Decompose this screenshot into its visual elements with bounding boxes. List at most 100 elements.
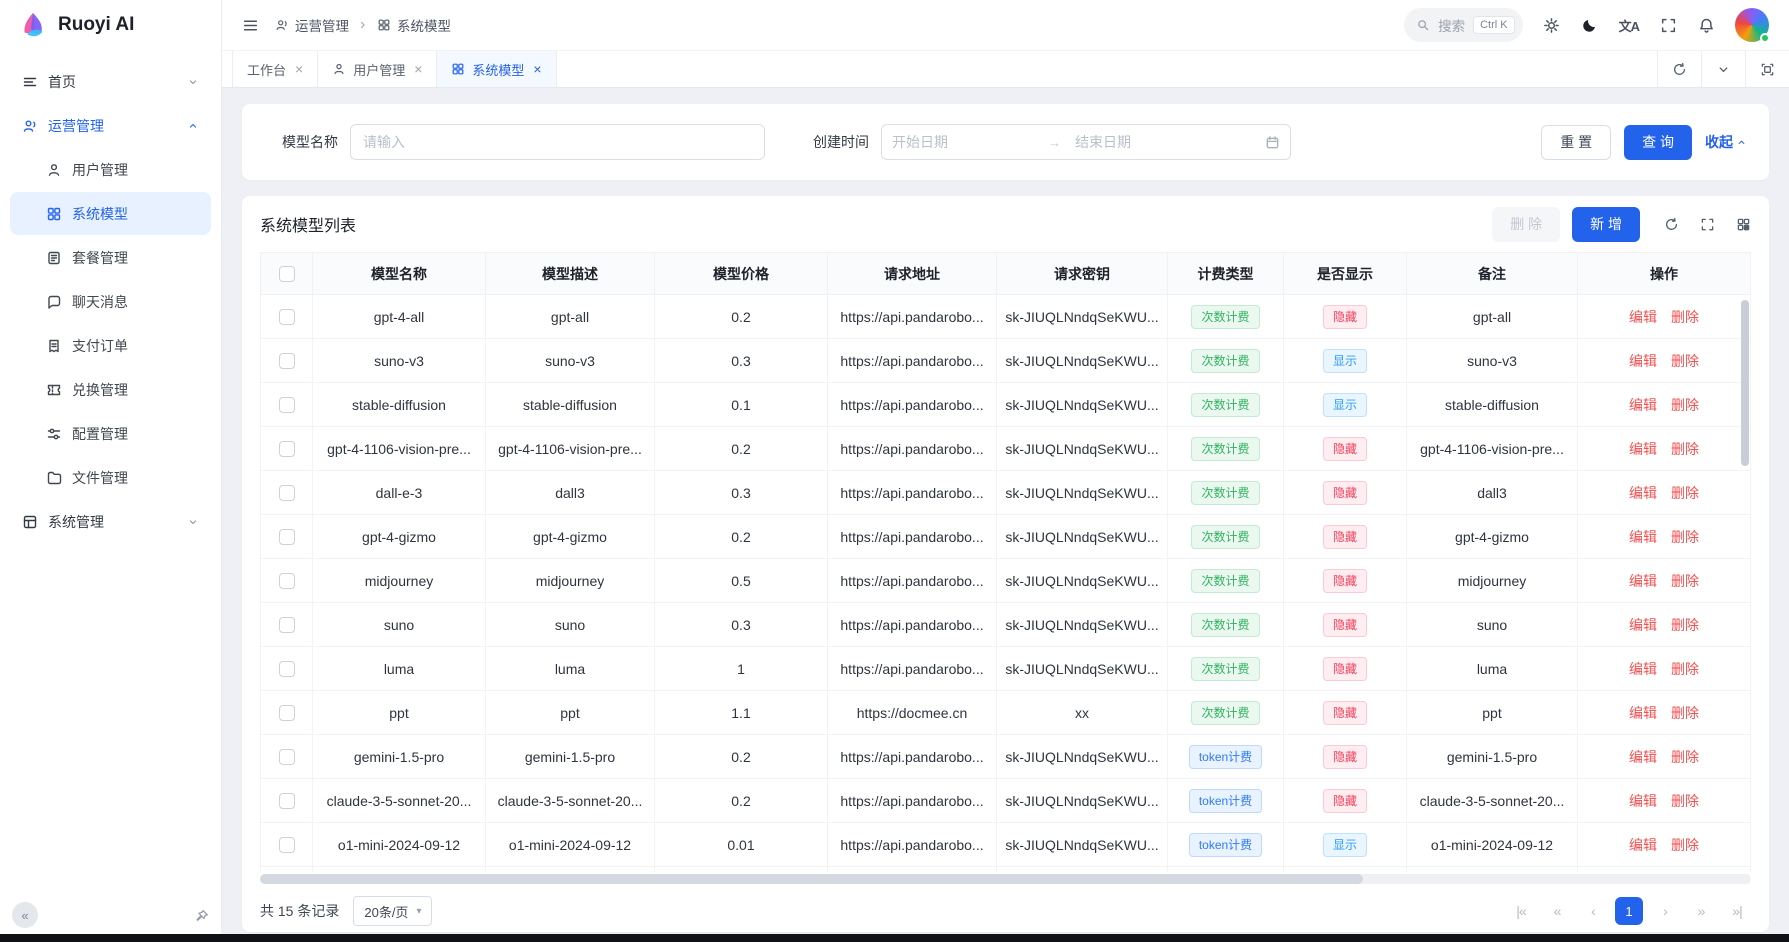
column-header[interactable]: 请求地址 xyxy=(828,253,997,295)
row-checkbox[interactable] xyxy=(279,749,295,765)
settings-gear-icon[interactable] xyxy=(1543,17,1560,34)
chevron-down-icon[interactable] xyxy=(1701,51,1745,87)
row-checkbox[interactable] xyxy=(279,793,295,809)
sidebar-item-config-management[interactable]: 配置管理 xyxy=(10,412,211,455)
delete-link[interactable]: 删除 xyxy=(1671,441,1699,457)
date-range-picker[interactable]: → xyxy=(881,124,1291,160)
row-checkbox[interactable] xyxy=(279,573,295,589)
edit-link[interactable]: 编辑 xyxy=(1629,529,1657,545)
end-date-input[interactable] xyxy=(1075,134,1225,150)
sidebar-item-user-management[interactable]: 用户管理 xyxy=(10,148,211,191)
edit-link[interactable]: 编辑 xyxy=(1629,353,1657,369)
sidebar-item-home[interactable]: 首页 xyxy=(10,60,211,103)
tab-workbench[interactable]: 工作台× xyxy=(232,51,318,87)
horizontal-scrollbar[interactable] xyxy=(260,874,1751,884)
column-header[interactable]: 是否显示 xyxy=(1284,253,1407,295)
delete-link[interactable]: 删除 xyxy=(1671,749,1699,765)
content-fullscreen-icon[interactable] xyxy=(1745,51,1789,87)
edit-link[interactable]: 编辑 xyxy=(1629,485,1657,501)
tab-system-model[interactable]: 系统模型× xyxy=(437,51,556,87)
column-header[interactable]: 计费类型 xyxy=(1168,253,1284,295)
sidebar-item-operations[interactable]: 运营管理 xyxy=(10,104,211,147)
refresh-icon[interactable] xyxy=(1664,217,1679,232)
first-page-button[interactable]: |« xyxy=(1507,897,1535,925)
delete-link[interactable]: 删除 xyxy=(1671,353,1699,369)
edit-link[interactable]: 编辑 xyxy=(1629,793,1657,809)
tab-user-management[interactable]: 用户管理× xyxy=(318,51,437,87)
language-translate-icon[interactable]: 文A xyxy=(1619,16,1639,35)
column-header[interactable]: 模型价格 xyxy=(655,253,828,295)
sidebar-item-file-management[interactable]: 文件管理 xyxy=(10,456,211,499)
query-button[interactable]: 查 询 xyxy=(1624,125,1692,160)
row-checkbox[interactable] xyxy=(279,441,295,457)
close-tab-icon[interactable]: × xyxy=(533,61,541,77)
next-5-pages-button[interactable]: » xyxy=(1687,897,1715,925)
column-header[interactable]: 备注 xyxy=(1407,253,1578,295)
edit-link[interactable]: 编辑 xyxy=(1629,397,1657,413)
delete-link[interactable]: 删除 xyxy=(1671,485,1699,501)
row-checkbox[interactable] xyxy=(279,661,295,677)
column-settings-icon[interactable] xyxy=(1736,217,1751,232)
reset-button[interactable]: 重 置 xyxy=(1541,125,1611,160)
delete-link[interactable]: 删除 xyxy=(1671,573,1699,589)
column-header[interactable]: 操作 xyxy=(1578,253,1751,295)
column-header[interactable]: 请求密钥 xyxy=(997,253,1168,295)
user-avatar[interactable] xyxy=(1735,8,1769,42)
sidebar-collapse-button[interactable]: « xyxy=(12,902,38,928)
edit-link[interactable]: 编辑 xyxy=(1629,661,1657,677)
current-page-button[interactable]: 1 xyxy=(1615,897,1643,925)
edit-link[interactable]: 编辑 xyxy=(1629,617,1657,633)
sidebar-item-redeem-management[interactable]: 兑换管理 xyxy=(10,368,211,411)
close-tab-icon[interactable]: × xyxy=(414,61,422,77)
delete-link[interactable]: 删除 xyxy=(1671,837,1699,853)
next-page-button[interactable]: › xyxy=(1651,897,1679,925)
last-page-button[interactable]: »| xyxy=(1723,897,1751,925)
sidebar-item-system-management[interactable]: 系统管理 xyxy=(10,500,211,543)
dark-mode-moon-icon[interactable] xyxy=(1581,17,1598,34)
select-all-checkbox[interactable] xyxy=(279,266,295,282)
row-checkbox[interactable] xyxy=(279,617,295,633)
prev-5-pages-button[interactable]: « xyxy=(1543,897,1571,925)
edit-link[interactable]: 编辑 xyxy=(1629,573,1657,589)
row-checkbox[interactable] xyxy=(279,705,295,721)
delete-link[interactable]: 删除 xyxy=(1671,309,1699,325)
edit-link[interactable]: 编辑 xyxy=(1629,441,1657,457)
delete-link[interactable]: 删除 xyxy=(1671,397,1699,413)
global-search[interactable]: 搜索 Ctrl K xyxy=(1404,8,1523,42)
row-checkbox[interactable] xyxy=(279,837,295,853)
delete-link[interactable]: 删除 xyxy=(1671,793,1699,809)
refresh-icon[interactable] xyxy=(1657,51,1701,87)
edit-link[interactable]: 编辑 xyxy=(1629,837,1657,853)
menu-toggle-icon[interactable] xyxy=(242,17,259,34)
sidebar-item-chat-messages[interactable]: 聊天消息 xyxy=(10,280,211,323)
delete-link[interactable]: 删除 xyxy=(1671,529,1699,545)
pin-icon[interactable] xyxy=(194,909,209,924)
row-checkbox[interactable] xyxy=(279,485,295,501)
prev-page-button[interactable]: ‹ xyxy=(1579,897,1607,925)
horizontal-scrollbar-thumb[interactable] xyxy=(260,874,1363,884)
row-checkbox[interactable] xyxy=(279,353,295,369)
row-checkbox[interactable] xyxy=(279,397,295,413)
logo[interactable]: Ruoyi AI xyxy=(0,0,221,50)
model-name-input[interactable] xyxy=(350,124,765,160)
edit-link[interactable]: 编辑 xyxy=(1629,309,1657,325)
collapse-filter-link[interactable]: 收起 xyxy=(1705,132,1747,152)
page-size-select[interactable]: 20条/页 ▾ xyxy=(353,896,432,926)
expand-icon[interactable] xyxy=(1700,217,1715,232)
sidebar-item-package-management[interactable]: 套餐管理 xyxy=(10,236,211,279)
edit-link[interactable]: 编辑 xyxy=(1629,705,1657,721)
sidebar-item-system-model[interactable]: 系统模型 xyxy=(10,192,211,235)
fullscreen-icon[interactable] xyxy=(1660,17,1677,34)
delete-link[interactable]: 删除 xyxy=(1671,661,1699,677)
edit-link[interactable]: 编辑 xyxy=(1629,749,1657,765)
column-header[interactable]: 模型名称 xyxy=(313,253,486,295)
delete-link[interactable]: 删除 xyxy=(1671,705,1699,721)
vertical-scrollbar[interactable] xyxy=(1741,300,1749,466)
sidebar-item-payment-orders[interactable]: 支付订单 xyxy=(10,324,211,367)
delete-button[interactable]: 删 除 xyxy=(1492,207,1560,242)
row-checkbox[interactable] xyxy=(279,529,295,545)
row-checkbox[interactable] xyxy=(279,309,295,325)
delete-link[interactable]: 删除 xyxy=(1671,617,1699,633)
breadcrumb-item[interactable]: 系统模型 xyxy=(377,15,451,35)
add-button[interactable]: 新 增 xyxy=(1572,207,1640,242)
